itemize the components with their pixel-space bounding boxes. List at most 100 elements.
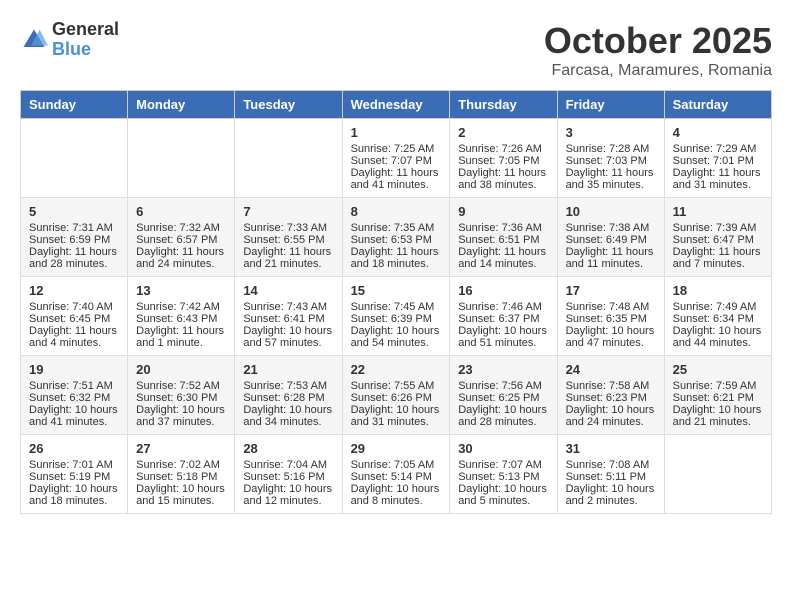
day-info: Sunset: 6:28 PM [243, 392, 333, 404]
day-info: Daylight: 10 hours [351, 404, 442, 416]
day-info: and 41 minutes. [351, 179, 442, 191]
col-thursday: Thursday [450, 91, 557, 119]
day-info: Daylight: 11 hours [673, 246, 763, 258]
day-info: Sunrise: 7:36 AM [458, 222, 548, 234]
day-info: Sunrise: 7:29 AM [673, 143, 763, 155]
week-row-5: 26Sunrise: 7:01 AMSunset: 5:19 PMDayligh… [21, 435, 772, 514]
day-number: 31 [566, 441, 656, 456]
day-info: Sunrise: 7:01 AM [29, 459, 119, 471]
day-info: Sunrise: 7:59 AM [673, 380, 763, 392]
table-cell: 1Sunrise: 7:25 AMSunset: 7:07 PMDaylight… [342, 119, 450, 198]
day-info: Sunset: 6:43 PM [136, 313, 226, 325]
day-number: 23 [458, 362, 548, 377]
logo-general: General [52, 19, 119, 39]
day-number: 25 [673, 362, 763, 377]
day-number: 26 [29, 441, 119, 456]
table-cell: 28Sunrise: 7:04 AMSunset: 5:16 PMDayligh… [235, 435, 342, 514]
day-info: Daylight: 10 hours [351, 483, 442, 495]
table-cell: 23Sunrise: 7:56 AMSunset: 6:25 PMDayligh… [450, 356, 557, 435]
day-info: Sunrise: 7:52 AM [136, 380, 226, 392]
day-info: Sunrise: 7:28 AM [566, 143, 656, 155]
day-info: Daylight: 11 hours [458, 167, 548, 179]
logo-blue: Blue [52, 39, 91, 59]
page-header: General Blue October 2025 Farcasa, Maram… [20, 20, 772, 80]
day-info: and 34 minutes. [243, 416, 333, 428]
day-info: Sunrise: 7:55 AM [351, 380, 442, 392]
day-info: Daylight: 10 hours [458, 483, 548, 495]
day-info: Sunset: 7:01 PM [673, 155, 763, 167]
day-info: Sunrise: 7:46 AM [458, 301, 548, 313]
table-cell: 9Sunrise: 7:36 AMSunset: 6:51 PMDaylight… [450, 198, 557, 277]
day-info: Daylight: 10 hours [351, 325, 442, 337]
day-info: and 18 minutes. [351, 258, 442, 270]
day-number: 5 [29, 204, 119, 219]
col-tuesday: Tuesday [235, 91, 342, 119]
day-info: Daylight: 10 hours [243, 404, 333, 416]
day-info: and 24 minutes. [566, 416, 656, 428]
day-info: Daylight: 11 hours [243, 246, 333, 258]
table-cell: 18Sunrise: 7:49 AMSunset: 6:34 PMDayligh… [664, 277, 771, 356]
day-info: Sunrise: 7:39 AM [673, 222, 763, 234]
day-info: Sunrise: 7:58 AM [566, 380, 656, 392]
day-number: 21 [243, 362, 333, 377]
month-title: October 2025 [544, 20, 772, 62]
table-cell: 20Sunrise: 7:52 AMSunset: 6:30 PMDayligh… [128, 356, 235, 435]
col-sunday: Sunday [21, 91, 128, 119]
day-info: and 1 minute. [136, 337, 226, 349]
day-info: Sunrise: 7:51 AM [29, 380, 119, 392]
table-cell: 10Sunrise: 7:38 AMSunset: 6:49 PMDayligh… [557, 198, 664, 277]
week-row-3: 12Sunrise: 7:40 AMSunset: 6:45 PMDayligh… [21, 277, 772, 356]
day-info: and 12 minutes. [243, 495, 333, 507]
day-info: and 21 minutes. [243, 258, 333, 270]
table-cell: 25Sunrise: 7:59 AMSunset: 6:21 PMDayligh… [664, 356, 771, 435]
week-row-1: 1Sunrise: 7:25 AMSunset: 7:07 PMDaylight… [21, 119, 772, 198]
day-info: Daylight: 11 hours [136, 246, 226, 258]
day-info: Sunset: 6:34 PM [673, 313, 763, 325]
day-info: Sunrise: 7:42 AM [136, 301, 226, 313]
day-number: 13 [136, 283, 226, 298]
table-cell: 22 Sunrise: 7:55 AMSunset: 6:26 PMDayligh… [342, 356, 450, 435]
day-info: Daylight: 10 hours [136, 483, 226, 495]
day-info: Daylight: 10 hours [136, 404, 226, 416]
location-title: Farcasa, Maramures, Romania [544, 62, 772, 80]
day-info: and 35 minutes. [566, 179, 656, 191]
day-info: Sunrise: 7:25 AM [351, 143, 442, 155]
day-number: 16 [458, 283, 548, 298]
calendar-header-row: Sunday Monday Tuesday Wednesday Thursday… [21, 91, 772, 119]
calendar-table: Sunday Monday Tuesday Wednesday Thursday… [20, 90, 772, 514]
day-info: and 28 minutes. [458, 416, 548, 428]
day-info: Daylight: 10 hours [458, 404, 548, 416]
day-info: and 15 minutes. [136, 495, 226, 507]
day-info: and 14 minutes. [458, 258, 548, 270]
day-info: and 21 minutes. [673, 416, 763, 428]
day-number: 30 [458, 441, 548, 456]
day-info: Sunrise: 7:45 AM [351, 301, 442, 313]
day-info: Sunset: 5:11 PM [566, 471, 656, 483]
day-info: Daylight: 11 hours [566, 246, 656, 258]
day-info: Sunset: 6:21 PM [673, 392, 763, 404]
table-cell: 21Sunrise: 7:53 AMSunset: 6:28 PMDayligh… [235, 356, 342, 435]
day-number: 22 [351, 362, 442, 377]
day-info: and 37 minutes. [136, 416, 226, 428]
table-cell: 3Sunrise: 7:28 AMSunset: 7:03 PMDaylight… [557, 119, 664, 198]
day-info: and 51 minutes. [458, 337, 548, 349]
table-cell: 31Sunrise: 7:08 AMSunset: 5:11 PMDayligh… [557, 435, 664, 514]
day-info: Sunset: 6:26 PM [351, 392, 442, 404]
day-number: 10 [566, 204, 656, 219]
logo-icon [20, 26, 48, 54]
table-cell: 5Sunrise: 7:31 AMSunset: 6:59 PMDaylight… [21, 198, 128, 277]
day-info: Sunset: 6:32 PM [29, 392, 119, 404]
table-cell: 2Sunrise: 7:26 AMSunset: 7:05 PMDaylight… [450, 119, 557, 198]
table-cell: 24Sunrise: 7:58 AMSunset: 6:23 PMDayligh… [557, 356, 664, 435]
day-info: Sunrise: 7:26 AM [458, 143, 548, 155]
day-info: Sunrise: 7:32 AM [136, 222, 226, 234]
day-info: and 57 minutes. [243, 337, 333, 349]
day-info: Sunset: 7:05 PM [458, 155, 548, 167]
day-number: 24 [566, 362, 656, 377]
col-monday: Monday [128, 91, 235, 119]
day-info: Sunrise: 7:05 AM [351, 459, 442, 471]
table-cell: 26Sunrise: 7:01 AMSunset: 5:19 PMDayligh… [21, 435, 128, 514]
day-number: 11 [673, 204, 763, 219]
table-cell: 6Sunrise: 7:32 AMSunset: 6:57 PMDaylight… [128, 198, 235, 277]
day-info: Sunset: 5:16 PM [243, 471, 333, 483]
